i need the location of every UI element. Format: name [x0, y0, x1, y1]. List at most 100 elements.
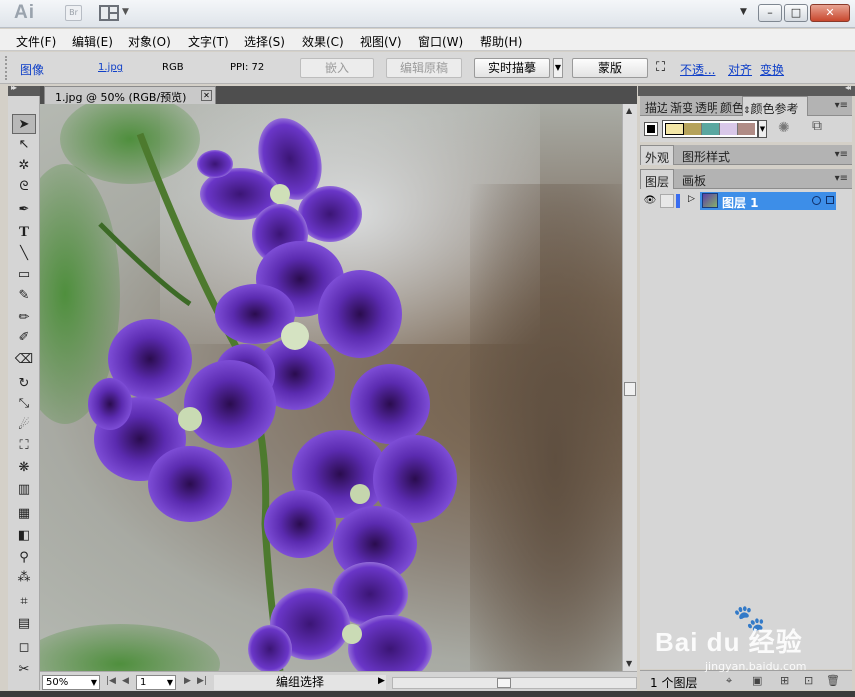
make-clipping-mask-icon[interactable]: ▣: [752, 674, 762, 687]
locate-object-icon[interactable]: ⌖: [726, 674, 732, 688]
tab-layers[interactable]: 图层: [640, 169, 674, 189]
delete-layer-icon[interactable]: 🗑: [826, 674, 840, 687]
tab-appearance[interactable]: 外观: [640, 145, 674, 165]
tab-gradient[interactable]: 渐变: [670, 99, 692, 116]
harmony-swatch[interactable]: [720, 123, 738, 135]
vertical-scroll-thumb[interactable]: [624, 382, 636, 396]
transform-link[interactable]: 变换: [760, 61, 784, 78]
document-close-icon[interactable]: ✕: [201, 90, 212, 101]
expand-layer-icon[interactable]: ▷: [688, 194, 695, 204]
layers-panel-menu-icon[interactable]: ▾≡: [835, 173, 848, 184]
menu-type[interactable]: 文字(T): [188, 33, 229, 50]
previous-artboard-icon[interactable]: ◀: [122, 676, 129, 686]
pencil-tool-icon[interactable]: ✏: [12, 308, 36, 328]
zoom-dropdown-icon[interactable]: ▼: [91, 676, 97, 689]
live-trace-button[interactable]: 实时描摹: [474, 58, 550, 78]
minimize-button[interactable]: –: [758, 4, 782, 22]
artboard-number-field[interactable]: 1 ▼: [136, 675, 176, 690]
panels-collapse-bar[interactable]: ◂◂: [638, 83, 855, 96]
scissors-tool-icon[interactable]: ✂: [12, 660, 36, 680]
save-color-group-icon[interactable]: ⧉: [812, 118, 822, 134]
canvas-horizontal-scrollbar[interactable]: [392, 677, 637, 689]
trace-options-dropdown[interactable]: ▼: [553, 58, 563, 78]
base-color-swatch[interactable]: [644, 122, 658, 136]
last-artboard-icon[interactable]: ▶|: [197, 676, 207, 686]
menu-select[interactable]: 选择(S): [244, 33, 285, 50]
menu-help[interactable]: 帮助(H): [480, 33, 522, 50]
maximize-button[interactable]: □: [784, 4, 808, 22]
lasso-tool-icon[interactable]: ᘓ: [12, 177, 36, 197]
harmony-swatch[interactable]: [702, 123, 720, 135]
symbol-sprayer-tool-icon[interactable]: ❋: [12, 458, 36, 478]
tools-panel-header[interactable]: ▸▸: [8, 83, 40, 96]
selection-indicator-icon[interactable]: [826, 196, 834, 204]
transform-each-icon[interactable]: ⛶: [656, 60, 665, 75]
harmony-rules-swatches[interactable]: [662, 120, 758, 138]
line-tool-icon[interactable]: ╲: [12, 244, 36, 264]
magic-wand-tool-icon[interactable]: ✲: [12, 156, 36, 176]
menu-edit[interactable]: 编辑(E): [72, 33, 113, 50]
eyedropper-tool-icon[interactable]: ⚲: [12, 548, 36, 568]
harmony-rules-dropdown-icon[interactable]: ▼: [758, 120, 767, 138]
tab-transparency[interactable]: 透明: [695, 99, 717, 116]
menu-file[interactable]: 文件(F): [16, 33, 56, 50]
color-wheel-icon[interactable]: ✺: [778, 120, 790, 136]
document-canvas[interactable]: [40, 104, 622, 671]
appearance-panel-menu-icon[interactable]: ▾≡: [835, 149, 848, 160]
next-artboard-icon[interactable]: ▶: [184, 676, 191, 686]
tab-color-guide[interactable]: ⇕颜色参考: [742, 96, 808, 116]
document-tab[interactable]: 1.jpg @ 50% (RGB/预览) ✕: [44, 86, 216, 104]
blob-brush-tool-icon[interactable]: ✐: [12, 328, 36, 348]
linked-file-link[interactable]: 1.jpg: [98, 62, 123, 73]
warp-tool-icon[interactable]: ☄: [12, 416, 36, 436]
create-sublayer-icon[interactable]: ⊞: [780, 674, 789, 687]
layer-selected-highlight[interactable]: 图层 1: [700, 192, 836, 210]
edit-original-button[interactable]: 编辑原稿: [386, 58, 462, 78]
rotate-tool-icon[interactable]: ↻: [12, 374, 36, 394]
direct-selection-tool-icon[interactable]: ↖: [12, 135, 36, 155]
graph-tool-icon[interactable]: ▤: [12, 614, 36, 634]
lock-toggle[interactable]: [660, 194, 674, 208]
status-menu-icon[interactable]: ▶: [378, 676, 385, 686]
close-button[interactable]: ✕: [810, 4, 850, 22]
opacity-link[interactable]: 不透...: [680, 61, 715, 78]
tab-artboards[interactable]: 画板: [682, 172, 718, 189]
bridge-button[interactable]: Br: [65, 5, 82, 21]
pen-tool-icon[interactable]: ✒: [12, 200, 36, 220]
workspace-dropdown-icon[interactable]: ▼: [740, 7, 747, 17]
scale-tool-icon[interactable]: ⤡: [12, 394, 36, 414]
rectangle-tool-icon[interactable]: ▭: [12, 265, 36, 285]
first-artboard-icon[interactable]: |◀: [106, 676, 116, 686]
menu-window[interactable]: 窗口(W): [418, 33, 463, 50]
layer-name[interactable]: 图层 1: [722, 194, 759, 211]
tab-color[interactable]: 颜色: [720, 99, 742, 116]
scroll-up-icon[interactable]: ▲: [626, 106, 632, 115]
menu-view[interactable]: 视图(V): [360, 33, 402, 50]
gradient-tool-icon[interactable]: ◧: [12, 526, 36, 546]
color-panel-menu-icon[interactable]: ▾≡: [835, 100, 848, 111]
embed-button[interactable]: 嵌入: [300, 58, 374, 78]
harmony-swatch[interactable]: [665, 123, 684, 135]
align-link[interactable]: 对齐: [728, 61, 752, 78]
tab-stroke[interactable]: 描边: [645, 99, 667, 116]
zoom-field[interactable]: 50% ▼: [42, 675, 100, 690]
menu-object[interactable]: 对象(O): [128, 33, 171, 50]
artboard-dropdown-icon[interactable]: ▼: [167, 676, 173, 689]
arrange-dropdown-icon[interactable]: ▼: [122, 7, 129, 17]
mask-button[interactable]: 蒙版: [572, 58, 648, 78]
blend-tool-icon[interactable]: ⁂: [12, 568, 36, 588]
create-new-layer-icon[interactable]: ⊡: [804, 674, 813, 687]
slice-tool-icon[interactable]: ⌗: [12, 592, 36, 612]
tab-graphic-styles[interactable]: 图形样式: [682, 148, 752, 165]
menu-effect[interactable]: 效果(C): [302, 33, 344, 50]
paintbrush-tool-icon[interactable]: ✎: [12, 286, 36, 306]
selection-tool-icon[interactable]: ➤: [12, 114, 36, 134]
layer-target-icon[interactable]: [812, 196, 821, 205]
mesh-tool-icon[interactable]: ▦: [12, 504, 36, 524]
horizontal-scroll-thumb[interactable]: [497, 678, 511, 688]
eraser-tool-icon[interactable]: ⌫: [12, 350, 36, 370]
scroll-down-icon[interactable]: ▼: [626, 659, 632, 668]
artboard-tool-icon[interactable]: ◻: [12, 638, 36, 658]
harmony-swatch[interactable]: [738, 123, 755, 135]
canvas-vertical-scrollbar[interactable]: ▲ ▼: [622, 104, 637, 671]
